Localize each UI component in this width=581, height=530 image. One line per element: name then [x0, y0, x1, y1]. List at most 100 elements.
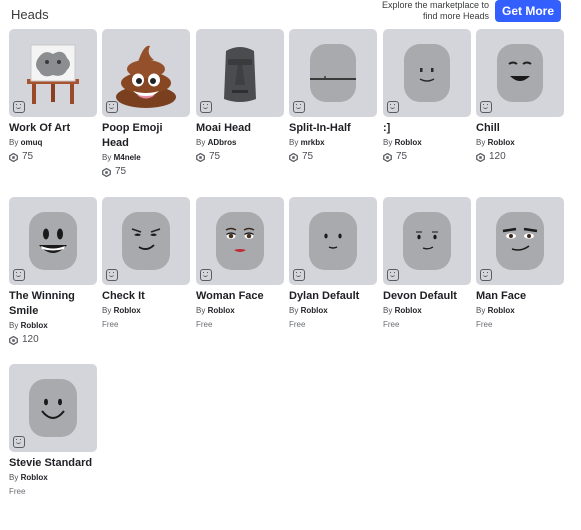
item-card[interactable]: The Winning Smile By Roblox 120: [9, 197, 97, 347]
price-value: 120: [489, 151, 506, 162]
creator-name[interactable]: Roblox: [488, 306, 515, 315]
creator-name[interactable]: Roblox: [21, 321, 48, 330]
item-card[interactable]: :] By Roblox 75: [383, 29, 471, 164]
robux-icon: [102, 167, 111, 177]
item-thumbnail[interactable]: [383, 197, 471, 285]
by-label: By: [476, 306, 486, 315]
robux-icon: [289, 152, 298, 162]
item-creator: By mrkbx: [289, 137, 377, 149]
item-name[interactable]: Check It: [102, 289, 190, 304]
item-name[interactable]: Dylan Default: [289, 289, 377, 304]
head-type-icon: [200, 269, 212, 281]
creator-name[interactable]: mrkbx: [301, 138, 325, 147]
price-value: 75: [396, 151, 408, 162]
creator-name[interactable]: Roblox: [301, 306, 328, 315]
by-label: By: [289, 138, 299, 147]
creator-name[interactable]: Roblox: [208, 306, 235, 315]
item-creator: By Roblox: [289, 305, 377, 317]
by-label: By: [102, 153, 112, 162]
head-type-icon: [13, 269, 25, 281]
price-value: 75: [209, 151, 221, 162]
item-card[interactable]: Split-In-Half By mrkbx 75: [289, 29, 377, 164]
price-value: 75: [302, 151, 314, 162]
item-thumbnail[interactable]: [383, 29, 471, 117]
item-creator: By Roblox: [383, 137, 471, 149]
item-name[interactable]: Split-In-Half: [289, 121, 377, 136]
item-price: 75: [383, 150, 471, 164]
by-label: By: [196, 138, 206, 147]
by-label: By: [196, 306, 206, 315]
creator-name[interactable]: M4nele: [114, 153, 141, 162]
marketplace-promo-text: Explore the marketplace to find more Hea…: [369, 0, 489, 22]
by-label: By: [9, 473, 19, 482]
item-card[interactable]: Chill By Roblox 120: [476, 29, 564, 164]
item-thumbnail[interactable]: [9, 197, 97, 285]
creator-name[interactable]: omuq: [21, 138, 43, 147]
item-price: 75: [9, 150, 97, 164]
item-thumbnail[interactable]: [476, 197, 564, 285]
item-creator: By Roblox: [196, 305, 284, 317]
item-thumbnail[interactable]: [102, 197, 190, 285]
head-type-icon: [387, 101, 399, 113]
item-price: 75: [289, 150, 377, 164]
item-price: Free: [196, 320, 213, 329]
creator-name[interactable]: Roblox: [488, 138, 515, 147]
item-card[interactable]: Woman Face By Roblox Free: [196, 197, 284, 332]
head-type-icon: [200, 101, 212, 113]
by-label: By: [9, 138, 19, 147]
creator-name[interactable]: ADbros: [208, 138, 237, 147]
by-label: By: [476, 138, 486, 147]
price-value: 75: [22, 151, 34, 162]
item-card[interactable]: Poop Emoji Head By M4nele 75: [102, 29, 190, 179]
head-type-icon: [13, 101, 25, 113]
item-creator: By ADbros: [196, 137, 284, 149]
item-card[interactable]: Stevie Standard By Roblox Free: [9, 364, 97, 499]
item-name[interactable]: The Winning Smile: [9, 289, 97, 319]
price-value: 75: [115, 166, 127, 177]
item-creator: By Roblox: [9, 472, 97, 484]
item-name[interactable]: Woman Face: [196, 289, 284, 304]
item-card[interactable]: Work Of Art By omuq 75: [9, 29, 97, 164]
item-thumbnail[interactable]: [196, 197, 284, 285]
item-name[interactable]: Man Face: [476, 289, 564, 304]
item-card[interactable]: Man Face By Roblox Free: [476, 197, 564, 332]
item-card[interactable]: Dylan Default By Roblox Free: [289, 197, 377, 332]
head-type-icon: [106, 101, 118, 113]
get-more-button[interactable]: Get More: [495, 0, 561, 22]
item-thumbnail[interactable]: [289, 29, 377, 117]
item-thumbnail[interactable]: [196, 29, 284, 117]
item-name[interactable]: Chill: [476, 121, 564, 136]
item-name[interactable]: :]: [383, 121, 471, 136]
robux-icon: [9, 152, 18, 162]
item-thumbnail[interactable]: [102, 29, 190, 117]
robux-icon: [476, 152, 485, 162]
item-price: Free: [383, 320, 400, 329]
item-name[interactable]: Stevie Standard: [9, 456, 97, 471]
creator-name[interactable]: Roblox: [114, 306, 141, 315]
creator-name[interactable]: Roblox: [395, 306, 422, 315]
item-price: 75: [196, 150, 284, 164]
promo-line-1: Explore the marketplace to: [381, 0, 489, 10]
by-label: By: [289, 306, 299, 315]
item-thumbnail[interactable]: [476, 29, 564, 117]
item-name[interactable]: Work Of Art: [9, 121, 97, 136]
item-thumbnail[interactable]: [9, 364, 97, 452]
item-name[interactable]: Moai Head: [196, 121, 284, 136]
item-name[interactable]: Poop Emoji Head: [102, 121, 190, 151]
creator-name[interactable]: Roblox: [395, 138, 422, 147]
item-creator: By M4nele: [102, 152, 190, 164]
item-creator: By Roblox: [9, 320, 97, 332]
item-card[interactable]: Moai Head By ADbros 75: [196, 29, 284, 164]
item-thumbnail[interactable]: [9, 29, 97, 117]
item-name[interactable]: Devon Default: [383, 289, 471, 304]
item-card[interactable]: Check It By Roblox Free: [102, 197, 190, 332]
section-title: Heads: [11, 7, 49, 22]
price-value: 120: [22, 334, 39, 345]
item-price: 120: [9, 333, 97, 347]
by-label: By: [102, 306, 112, 315]
item-card[interactable]: Devon Default By Roblox Free: [383, 197, 471, 332]
item-thumbnail[interactable]: [289, 197, 377, 285]
item-creator: By Roblox: [476, 137, 564, 149]
head-type-icon: [106, 269, 118, 281]
creator-name[interactable]: Roblox: [21, 473, 48, 482]
